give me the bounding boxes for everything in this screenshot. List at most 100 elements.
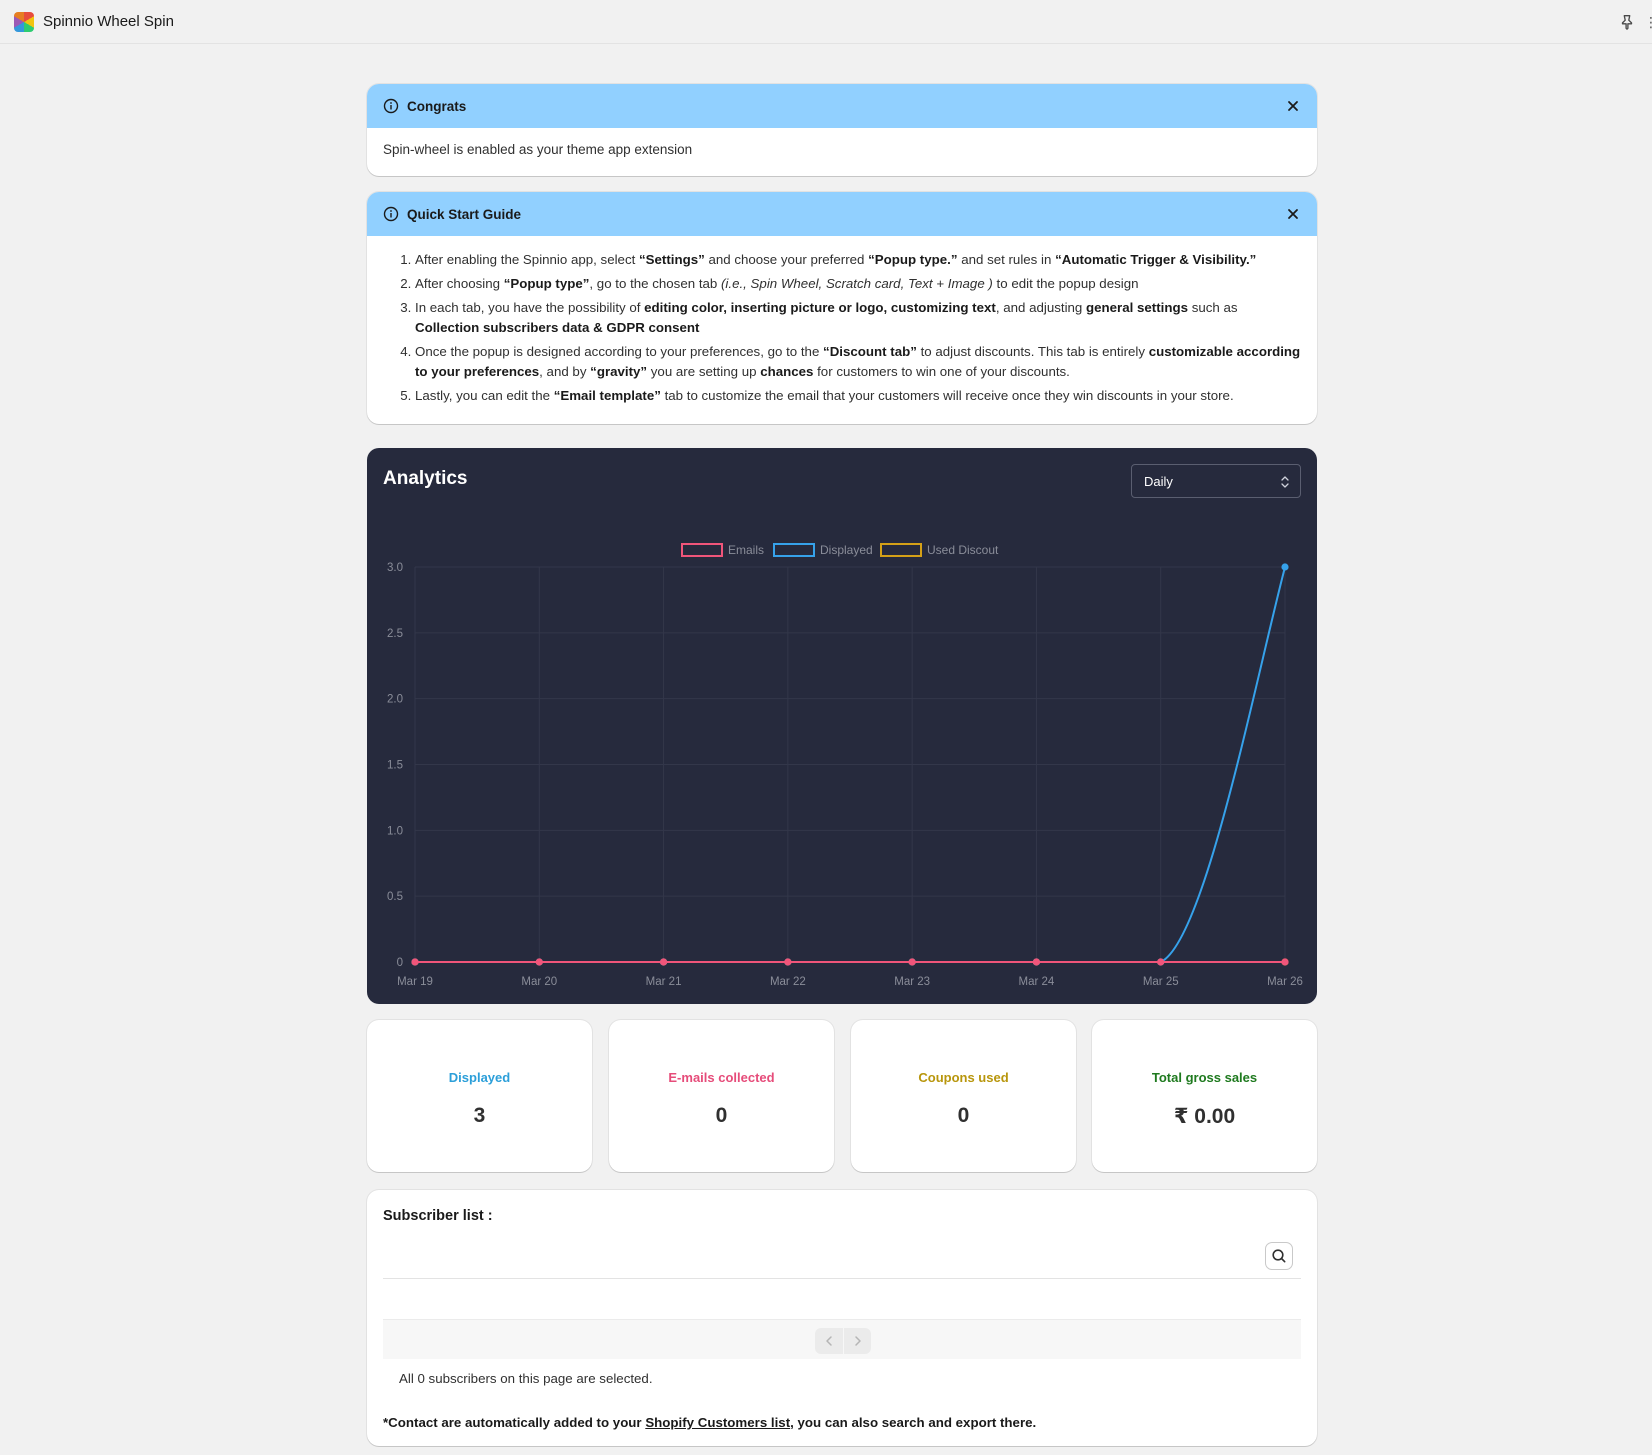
congrats-banner: Congrats Spin-wheel is enabled as your t… — [367, 84, 1317, 176]
guide-step-text: “Discount tab” — [823, 344, 917, 359]
guide-step-text: (i.e., Spin Wheel, Scratch card, Text + … — [721, 276, 993, 291]
stat-label: Total gross sales — [1151, 1070, 1258, 1085]
stat-card-coupons: Coupons used 0 — [851, 1020, 1076, 1172]
quick-start-guide-banner: Quick Start Guide After enabling the Spi… — [367, 192, 1317, 424]
guide-step-text: Lastly, you can edit the — [415, 388, 554, 403]
guide-step-text: After choosing — [415, 276, 504, 291]
selection-status: All 0 subscribers on this page are selec… — [399, 1371, 653, 1386]
y-tick-label: 3.0 — [387, 562, 403, 574]
x-tick-label: Mar 24 — [1019, 976, 1055, 988]
guide-step-text: for customers to win one of your discoun… — [813, 364, 1070, 379]
guide-step-text: you are setting up — [647, 364, 761, 379]
y-tick-label: 1.5 — [387, 760, 403, 772]
y-tick-label: 1.0 — [387, 825, 403, 837]
legend-label: Used Discout — [927, 543, 999, 557]
guide-step-text: Collection subscribers data & GDPR conse… — [415, 320, 700, 335]
stat-card-emails: E-mails collected 0 — [609, 1020, 834, 1172]
y-tick-label: 2.5 — [387, 628, 403, 640]
data-point — [535, 958, 543, 966]
stat-value: 3 — [473, 1104, 486, 1127]
guide-banner-header: Quick Start Guide — [367, 192, 1317, 236]
y-tick-label: 2.0 — [387, 694, 403, 706]
x-tick-label: Mar 21 — [646, 976, 682, 988]
close-congrats-button[interactable] — [1285, 98, 1301, 114]
guide-step-text: to adjust discounts. This tab is entirel… — [916, 344, 1149, 359]
guide-steps-list: After enabling the Spinnio app, select “… — [383, 250, 1301, 406]
legend-label: Displayed — [820, 543, 873, 557]
x-tick-label: Mar 19 — [397, 976, 433, 988]
congrats-message: Spin-wheel is enabled as your theme app … — [383, 142, 693, 157]
y-tick-label: 0.5 — [387, 891, 403, 903]
info-icon — [383, 98, 399, 114]
x-tick-label: Mar 25 — [1143, 976, 1179, 988]
guide-step-text: “gravity” — [590, 364, 648, 379]
search-icon — [1272, 1249, 1286, 1263]
data-point — [1032, 958, 1041, 966]
guide-step-text: general settings — [1086, 300, 1188, 315]
guide-step: Lastly, you can edit the “Email template… — [415, 386, 1301, 406]
guide-step: In each tab, you have the possibility of… — [415, 298, 1301, 338]
congrats-title: Congrats — [407, 98, 467, 114]
app-title: Spinnio Wheel Spin — [43, 13, 174, 30]
subscriber-list-title: Subscriber list : — [383, 1208, 493, 1224]
data-point — [908, 958, 916, 966]
app-logo-icon — [14, 11, 34, 32]
data-point — [1281, 958, 1289, 966]
stat-value: 0 — [957, 1104, 970, 1127]
x-tick-label: Mar 20 — [521, 976, 557, 988]
shopify-customers-link[interactable]: Shopify Customers list — [645, 1415, 790, 1430]
divider — [383, 1278, 1301, 1279]
app-title-bar: Spinnio Wheel Spin ⋮ — [0, 0, 1652, 44]
guide-step-text: “Popup type” — [503, 276, 590, 291]
guide-step-text: and choose your preferred — [704, 252, 869, 267]
chevron-left-icon — [826, 1336, 832, 1346]
data-point — [784, 958, 792, 966]
guide-step-text: and set rules in — [957, 252, 1056, 267]
guide-step-text: “Popup type.” — [868, 252, 958, 267]
stat-label: E-mails collected — [668, 1070, 775, 1085]
previous-page-button[interactable] — [815, 1328, 843, 1354]
guide-step-text: chances — [760, 364, 814, 379]
stat-value: 0 — [715, 1104, 728, 1127]
pagination — [815, 1328, 871, 1354]
congrats-banner-header: Congrats — [367, 84, 1317, 128]
next-page-button[interactable] — [843, 1328, 871, 1354]
guide-step-text: “Email template” — [553, 388, 661, 403]
guide-step-text: In each tab, you have the possibility of — [415, 300, 645, 315]
note-prefix: *Contact are automatically added to your — [383, 1415, 646, 1430]
guide-step: After enabling the Spinnio app, select “… — [415, 250, 1301, 270]
legend-label: Emails — [728, 543, 764, 557]
subscriber-list-card: Subscriber list : All 0 subscribers on t… — [367, 1190, 1317, 1446]
guide-step: Once the popup is designed according to … — [415, 342, 1301, 382]
analytics-card: Analytics Daily 0 0.5 1.0 1.5 2.0 2.5 3.0 Mar 1… — [367, 448, 1317, 1004]
guide-step-text: such as — [1188, 300, 1238, 315]
chevron-right-icon — [854, 1336, 861, 1346]
guide-title: Quick Start Guide — [407, 206, 522, 222]
stat-value: ₹ 0.00 — [1173, 1105, 1236, 1128]
y-tick-label: 0 — [397, 957, 403, 969]
guide-step-text: , go to the chosen tab — [589, 276, 721, 291]
info-icon — [383, 206, 399, 222]
data-point — [659, 958, 668, 966]
stat-label: Displayed — [448, 1070, 511, 1085]
x-tick-label: Mar 26 — [1267, 976, 1303, 988]
guide-step-text: “Automatic Trigger & Visibility.” — [1055, 252, 1257, 267]
guide-step-text: editing color, inserting picture or logo… — [644, 300, 996, 315]
guide-step-text: to edit the popup design — [992, 276, 1139, 291]
pin-icon[interactable] — [1618, 13, 1636, 31]
data-point — [1281, 563, 1289, 571]
analytics-line-chart: 0 0.5 1.0 1.5 2.0 2.5 3.0 Mar 19 Mar 20 Mar 21 Mar… — [387, 543, 1303, 988]
x-tick-label: Mar 22 — [770, 976, 806, 988]
stat-label: Coupons used — [918, 1070, 1009, 1085]
close-guide-button[interactable] — [1285, 206, 1301, 222]
guide-step-text: Once the popup is designed according to … — [415, 344, 824, 359]
contact-note: *Contact are automatically added to your… — [383, 1415, 1036, 1430]
stat-card-gross-sales: Total gross sales ₹ 0.00 — [1092, 1020, 1317, 1172]
more-icon[interactable]: ⋮ — [1644, 14, 1652, 30]
guide-step-text: After enabling the Spinnio app, select — [415, 252, 639, 267]
pagination-bar — [383, 1319, 1301, 1359]
search-button[interactable] — [1265, 1242, 1293, 1270]
guide-step-text: tab to customize the email that your cus… — [660, 388, 1234, 403]
guide-step-text: , and by — [539, 364, 591, 379]
legend-swatch — [880, 543, 922, 557]
